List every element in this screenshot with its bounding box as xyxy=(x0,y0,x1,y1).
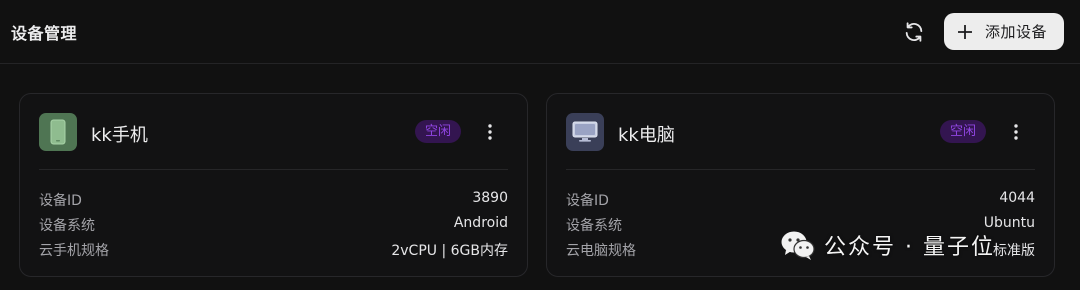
info-label: 云手机规格 xyxy=(39,243,109,259)
add-device-label: 添加设备 xyxy=(985,23,1048,41)
phone-icon xyxy=(50,119,66,145)
refresh-button[interactable] xyxy=(898,16,930,48)
device-card[interactable]: kk手机 空闲 设备ID 3890 设备系统 Android 云手机规格 2vC… xyxy=(19,93,528,277)
more-options-button[interactable] xyxy=(480,120,500,144)
watermark: 公众号 · 量子位 xyxy=(780,228,995,262)
device-avatar xyxy=(39,113,77,151)
info-row-os: 设备系统 Android xyxy=(39,215,508,235)
device-name: kk手机 xyxy=(91,125,148,146)
more-options-button[interactable] xyxy=(1006,120,1026,144)
status-badge: 空闲 xyxy=(415,120,462,143)
divider xyxy=(39,169,508,170)
page-title: 设备管理 xyxy=(11,24,78,43)
plus-icon xyxy=(958,24,972,39)
refresh-icon xyxy=(905,22,923,42)
info-row-device-id: 设备ID 4044 xyxy=(566,190,1035,210)
wechat-icon xyxy=(781,231,815,260)
more-vertical-icon xyxy=(488,124,492,140)
add-device-button[interactable]: 添加设备 xyxy=(944,13,1064,50)
info-value: 4044 xyxy=(999,190,1035,206)
info-label: 设备ID xyxy=(566,193,609,209)
monitor-icon xyxy=(572,121,598,142)
info-label: 设备系统 xyxy=(566,218,622,234)
info-value: 3890 xyxy=(472,190,508,206)
status-badge: 空闲 xyxy=(940,120,987,143)
info-label: 设备ID xyxy=(39,193,82,209)
info-label: 设备系统 xyxy=(39,218,95,234)
info-row-device-id: 设备ID 3890 xyxy=(39,190,508,210)
device-name: kk电脑 xyxy=(618,125,675,146)
info-label: 云电脑规格 xyxy=(566,243,636,259)
info-value: Android xyxy=(453,215,508,231)
info-value: 标准版 xyxy=(993,243,1035,259)
watermark-text: 公众号 · 量子位 xyxy=(824,235,995,260)
top-bar: 设备管理 添加设备 xyxy=(0,0,1080,64)
more-vertical-icon xyxy=(1014,124,1018,140)
info-value: 2vCPU | 6GB内存 xyxy=(391,243,508,259)
device-avatar xyxy=(566,113,604,151)
info-row-spec: 云手机规格 2vCPU | 6GB内存 xyxy=(39,240,508,260)
divider xyxy=(566,169,1035,170)
